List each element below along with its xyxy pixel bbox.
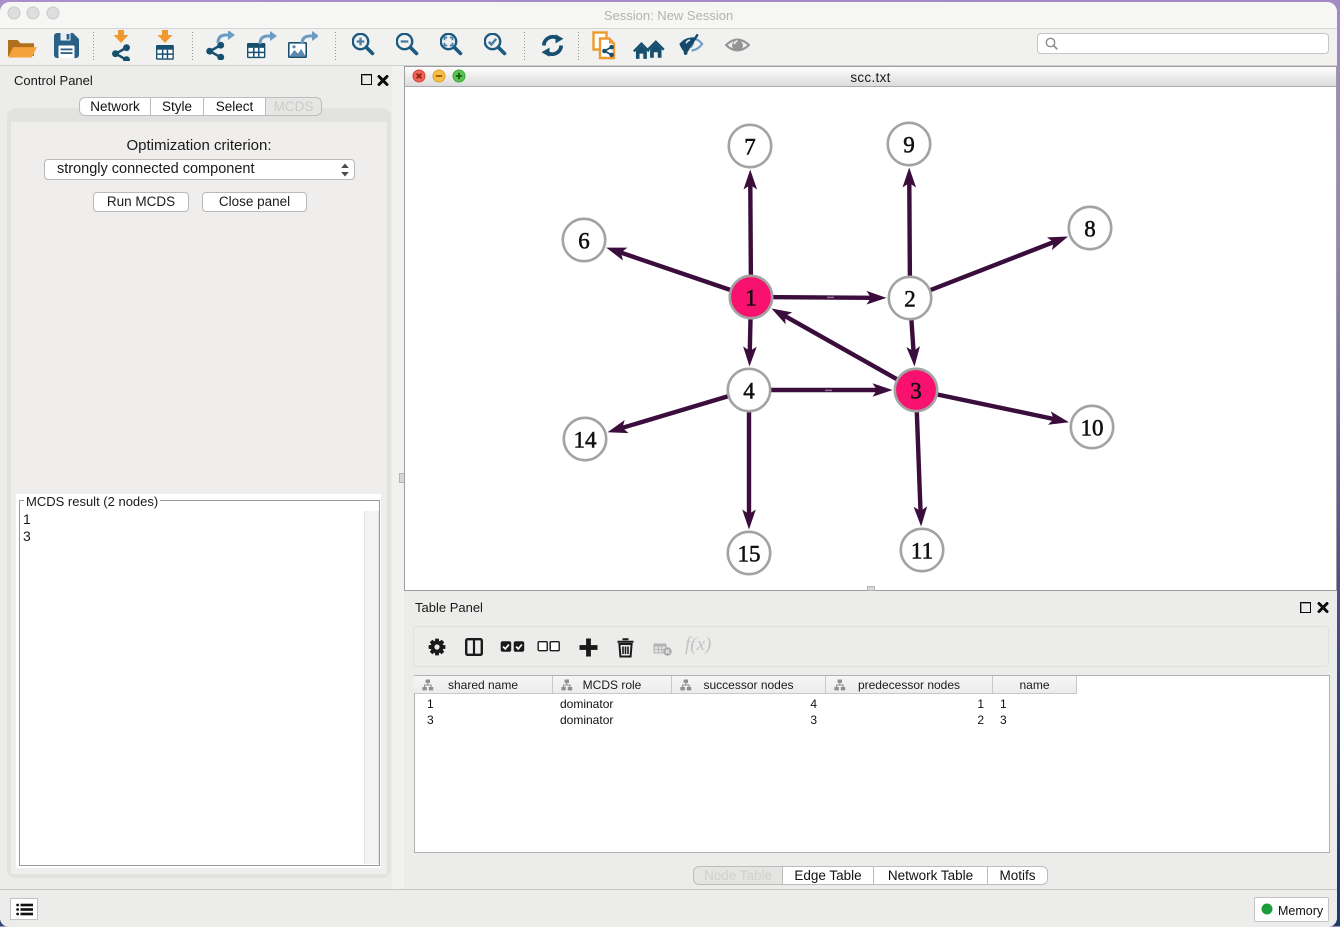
svg-text:4: 4: [743, 378, 755, 403]
svg-text:10: 10: [1081, 415, 1104, 440]
svg-text:2: 2: [904, 286, 916, 311]
svg-text:1: 1: [745, 285, 757, 310]
svg-text:11: 11: [911, 538, 933, 563]
svg-text:14: 14: [574, 427, 598, 452]
svg-text:3: 3: [910, 378, 922, 403]
svg-text:7: 7: [744, 134, 756, 159]
svg-text:8: 8: [1084, 216, 1096, 241]
svg-text:9: 9: [903, 132, 915, 157]
svg-text:15: 15: [738, 541, 761, 566]
svg-text:6: 6: [578, 228, 590, 253]
